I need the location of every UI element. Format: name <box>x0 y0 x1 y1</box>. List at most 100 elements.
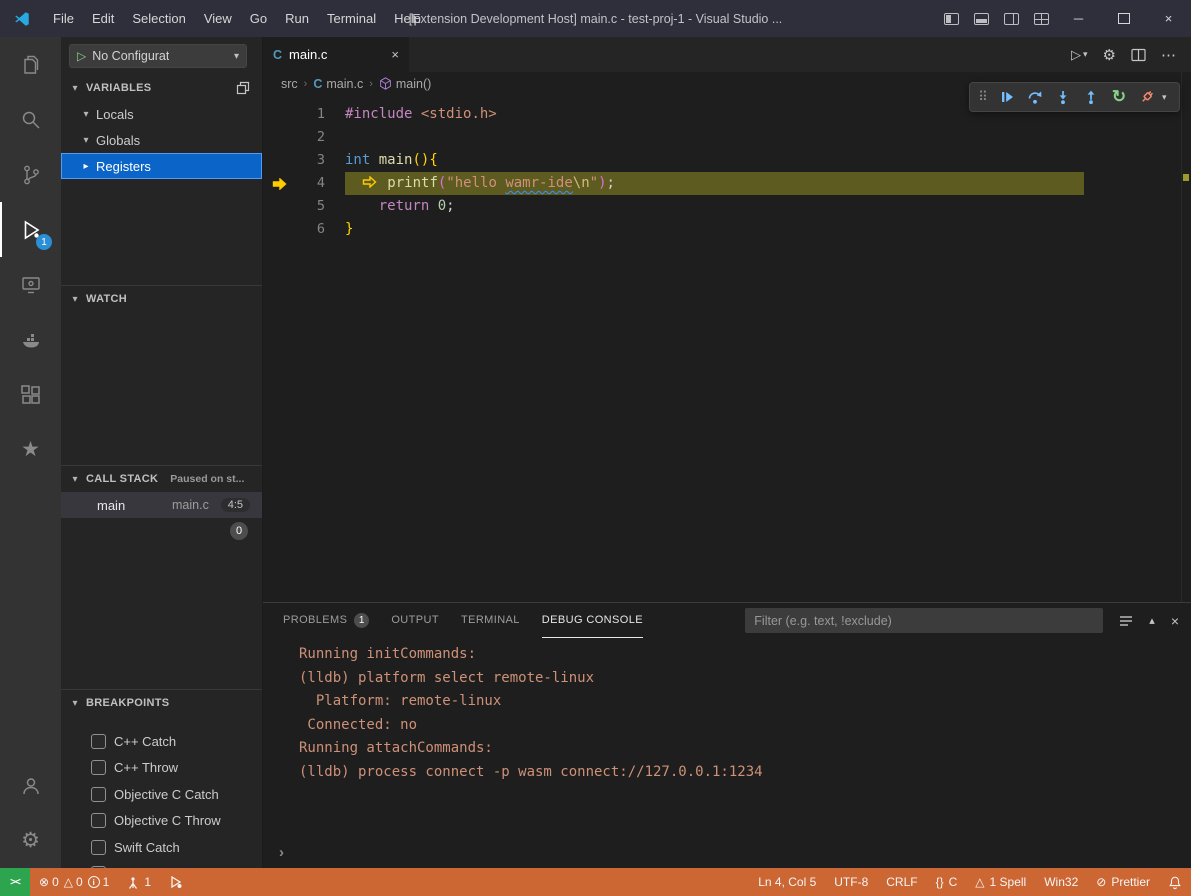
variables-item-locals[interactable]: ▾Locals <box>61 101 262 127</box>
variables-item-label: Globals <box>96 133 140 148</box>
breakpoints-header[interactable]: ▾ BREAKPOINTS <box>61 690 262 716</box>
overview-ruler[interactable] <box>1181 72 1191 602</box>
activity-remote-explorer[interactable] <box>0 257 61 312</box>
menu-terminal[interactable]: Terminal <box>318 0 385 37</box>
editor: src › Cmain.c › main() ⠿ ↻ ▾ 1#include <box>263 72 1191 602</box>
breadcrumb-file[interactable]: Cmain.c <box>313 77 363 91</box>
panel-tab-problems[interactable]: PROBLEMS1 <box>283 603 369 638</box>
activity-search[interactable] <box>0 92 61 147</box>
toggle-secondary-sidebar-icon[interactable] <box>996 0 1026 37</box>
restart-button[interactable]: ↻ <box>1106 84 1132 110</box>
menu-edit[interactable]: Edit <box>83 0 123 37</box>
code-line[interactable]: 3int main(){ <box>263 149 1191 172</box>
breadcrumb-folder[interactable]: src <box>281 77 298 91</box>
disconnect-button[interactable] <box>1134 84 1160 110</box>
activity-settings[interactable]: ⚙ <box>0 813 61 868</box>
platform-status[interactable]: Win32 <box>1035 868 1087 896</box>
close-tab-icon[interactable]: × <box>391 47 399 62</box>
maximize-panel-icon[interactable]: ▴ <box>1149 614 1155 627</box>
variables-item-registers[interactable]: ▸Registers <box>61 153 262 179</box>
problems-status[interactable]: ⊗0 △0 i1 <box>30 868 118 896</box>
variables-list: ▾Locals▾Globals▸Registers <box>61 101 262 179</box>
code-line[interactable]: 5 return 0; <box>263 195 1191 218</box>
console-filter-input[interactable] <box>745 608 1103 633</box>
breakpoint-item[interactable]: Objective C Throw <box>61 808 262 835</box>
encoding-status[interactable]: UTF-8 <box>825 868 877 896</box>
start-debug-icon[interactable]: ▷ <box>77 49 86 63</box>
settings-gear-icon[interactable]: ⚙ <box>1103 46 1116 64</box>
stack-frame-row[interactable]: main main.c 4:5 <box>61 492 262 518</box>
menu-view[interactable]: View <box>195 0 241 37</box>
continue-button[interactable] <box>994 84 1020 110</box>
activity-source-control[interactable] <box>0 147 61 202</box>
toolbar-grip-icon[interactable]: ⠿ <box>974 84 992 110</box>
breadcrumb-label: main.c <box>326 77 363 91</box>
activity-extensions[interactable] <box>0 367 61 422</box>
customize-layout-icon[interactable] <box>1026 0 1056 37</box>
activity-run-debug[interactable]: 1 <box>0 202 61 257</box>
activity-explorer[interactable] <box>0 37 61 92</box>
breakpoint-checkbox[interactable] <box>91 813 106 828</box>
menu-selection[interactable]: Selection <box>123 0 194 37</box>
twisty-icon: ▾ <box>69 698 81 709</box>
panel-tab-terminal[interactable]: TERMINAL <box>461 603 520 638</box>
split-editor-icon[interactable] <box>1131 48 1146 62</box>
minimize-button[interactable]: ─ <box>1056 0 1101 37</box>
breakpoint-item[interactable]: C++ Catch <box>61 728 262 755</box>
step-out-button[interactable] <box>1078 84 1104 110</box>
toggle-sidebar-icon[interactable] <box>936 0 966 37</box>
watch-header[interactable]: ▾ WATCH <box>61 286 262 312</box>
more-actions-icon[interactable]: ⋯ <box>1161 46 1177 64</box>
toggle-panel-icon[interactable] <box>966 0 996 37</box>
run-file-button[interactable]: ▷▾ <box>1071 47 1088 63</box>
launch-config-dropdown[interactable]: ▷ No Configurat ▾ <box>69 44 247 68</box>
console-output[interactable]: Running initCommands:(lldb) platform sel… <box>263 638 1191 784</box>
breakpoint-item[interactable]: Swift Throw <box>61 861 262 869</box>
spell-checker-status[interactable]: △ 1 Spell <box>966 868 1035 896</box>
breadcrumb-symbol[interactable]: main() <box>379 77 431 91</box>
panel-tab-debug-console[interactable]: DEBUG CONSOLE <box>542 603 643 638</box>
slash-circle-icon: ⊘ <box>1096 875 1106 889</box>
tab-main-c[interactable]: C main.c × <box>263 37 409 72</box>
maximize-button[interactable] <box>1101 0 1146 37</box>
console-prompt-icon[interactable]: › <box>279 844 284 861</box>
menu-go[interactable]: Go <box>241 0 276 37</box>
activity-account[interactable] <box>0 758 61 813</box>
close-window-button[interactable]: × <box>1146 0 1191 37</box>
code-line[interactable]: 4 printf("hello wamr-ide\n"); <box>263 172 1191 195</box>
breakpoint-item[interactable]: Swift Catch <box>61 834 262 861</box>
cursor-position[interactable]: Ln 4, Col 5 <box>749 868 825 896</box>
menu-file[interactable]: File <box>44 0 83 37</box>
collapse-all-icon[interactable] <box>236 81 250 95</box>
breakpoint-item[interactable]: C++ Throw <box>61 755 262 782</box>
step-over-button[interactable] <box>1022 84 1048 110</box>
panel-tab-output[interactable]: OUTPUT <box>391 603 439 638</box>
remote-indicator[interactable]: >< <box>0 868 30 896</box>
breakpoint-checkbox[interactable] <box>91 760 106 775</box>
ports-status[interactable]: 1 <box>118 868 160 896</box>
breakpoint-checkbox[interactable] <box>91 840 106 855</box>
close-panel-icon[interactable]: × <box>1171 613 1179 629</box>
step-into-button[interactable] <box>1050 84 1076 110</box>
chevron-down-icon[interactable]: ▾ <box>1162 92 1175 103</box>
formatter-status[interactable]: ⊘ Prettier <box>1087 868 1159 896</box>
activity-docker[interactable] <box>0 312 61 367</box>
debug-status[interactable] <box>160 868 192 896</box>
variables-header[interactable]: ▾ VARIABLES <box>61 75 262 101</box>
braces-icon: {} <box>936 875 944 889</box>
call-stack-header[interactable]: ▾ CALL STACK Paused on st... <box>61 466 262 492</box>
breakpoint-checkbox[interactable] <box>91 734 106 749</box>
notifications-bell[interactable] <box>1159 868 1191 896</box>
eol-status[interactable]: CRLF <box>877 868 926 896</box>
panel-actions: ▴ × <box>1119 613 1179 629</box>
menu-run[interactable]: Run <box>276 0 318 37</box>
breakpoint-item[interactable]: Objective C Catch <box>61 781 262 808</box>
activity-star[interactable]: ★ <box>0 422 61 477</box>
code-line[interactable]: 2 <box>263 126 1191 149</box>
variables-item-globals[interactable]: ▾Globals <box>61 127 262 153</box>
language-mode[interactable]: {} C <box>927 868 967 896</box>
code-line[interactable]: 6} <box>263 218 1191 241</box>
section-title: WATCH <box>86 293 127 305</box>
console-lines-icon[interactable] <box>1119 615 1133 627</box>
breakpoint-checkbox[interactable] <box>91 787 106 802</box>
